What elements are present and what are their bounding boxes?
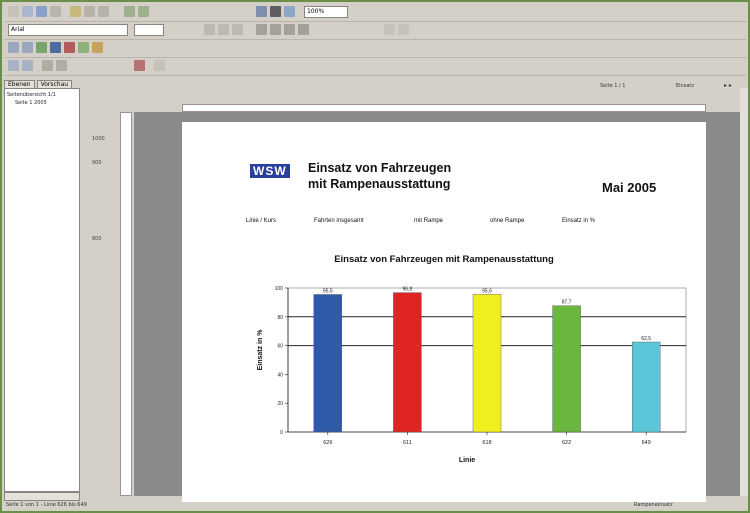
x-tick-label: 611 [403,440,412,446]
margin-label: 1000 [92,136,105,142]
bar [472,294,502,433]
sidebar-tree: Seitenübersicht 1/1 Seite 1 2005 [4,88,80,492]
standard-toolbar: 100% [4,4,746,22]
y-tick-label: 100 [275,286,284,292]
format-toolbar: Arial [4,22,746,40]
group-icon[interactable] [22,60,33,71]
column-header: Fahrten insgesamt [314,218,364,224]
chart-icon[interactable] [284,6,295,17]
y-tick-label: 60 [277,344,283,350]
insert-icon[interactable] [256,6,267,17]
bullets-icon[interactable] [384,24,395,35]
bar-chart: Einsatz in % Linie 0 20 40 60 80 100 95,5 626 96… [257,286,687,464]
bar [393,292,422,433]
data-label: 62,5 [641,336,651,342]
data-label: 95,5 [323,288,333,294]
x-tick-label: 622 [562,440,571,446]
bar [552,305,581,433]
column-header: ohne Rampe [490,218,525,224]
page-indicator: Seite 1 / 1 [600,83,626,89]
y-tick-label: 80 [277,315,283,321]
align-left-icon[interactable] [256,24,267,35]
horizontal-ruler[interactable] [182,104,706,112]
select-icon[interactable] [8,42,19,53]
drawing-toolbar [4,40,746,58]
document-title: Einsatz von Fahrzeugen mit Rampenausstat… [308,160,451,192]
ellipse-icon[interactable] [50,42,61,53]
data-label: 96,8 [403,287,413,293]
x-axis-label: Linie [459,457,475,464]
table-icon[interactable] [270,6,281,17]
rectangle-icon[interactable] [36,42,47,53]
align-right-icon[interactable] [284,24,295,35]
y-tick-label: 0 [280,430,283,436]
object-toolbar [4,58,746,76]
delete-icon[interactable] [134,60,145,71]
image-icon[interactable] [78,42,89,53]
x-tick-label: 626 [323,440,332,446]
back-icon[interactable] [56,60,67,71]
column-header: mit Rampe [414,218,444,224]
open-icon[interactable] [22,6,33,17]
tree-item-root[interactable]: Seitenübersicht 1/1 [7,92,56,98]
save-icon[interactable] [36,6,47,17]
numbering-icon[interactable] [398,24,409,35]
vertical-scrollbar[interactable] [740,88,748,496]
fill-icon[interactable] [92,42,103,53]
next-page-icon[interactable]: ▸ ▸ [724,82,732,89]
underline-icon[interactable] [232,24,243,35]
line-icon[interactable] [22,42,33,53]
front-icon[interactable] [42,60,53,71]
margin-label: 800 [92,236,102,242]
text-icon[interactable] [64,42,75,53]
zoom-combo[interactable]: 100% [304,6,348,18]
data-label: 95,6 [482,288,492,294]
wsw-logo: WSW [250,164,290,178]
title-line-1: Einsatz von Fahrzeugen [308,161,452,175]
x-tick-label: 618 [482,440,491,446]
status-bar: Seite 1 von 1 - Linie 626 bis 649 Rampen… [4,501,746,511]
bar [632,341,661,433]
zoom-value: 100% [307,8,325,15]
font-name: Arial [11,26,25,33]
justify-icon[interactable] [298,24,309,35]
y-tick-label: 40 [277,372,283,378]
y-tick-label: 20 [277,401,283,407]
print-icon[interactable] [50,6,61,17]
undo-icon[interactable] [124,6,135,17]
status-mode: Rampeneinsatz [634,502,673,508]
section-indicator: Einsatz [676,83,694,89]
properties-icon[interactable] [154,60,165,71]
x-tick-label: 649 [642,440,651,446]
font-size-combo[interactable] [134,24,164,36]
font-combo[interactable]: Arial [8,24,128,36]
title-line-2: mit Rampenausstattung [308,177,451,191]
italic-icon[interactable] [218,24,229,35]
column-header: Einsatz in % [562,218,596,224]
paste-icon[interactable] [98,6,109,17]
bold-icon[interactable] [204,24,215,35]
redo-icon[interactable] [138,6,149,17]
vertical-ruler[interactable] [120,112,132,496]
arrange-icon[interactable] [8,60,19,71]
y-axis-label: Einsatz in % [257,329,264,371]
column-header: Linie / Kurs [246,218,277,224]
data-label: 87,7 [562,300,572,306]
new-icon[interactable] [8,6,19,17]
copy-icon[interactable] [84,6,95,17]
document-page: WSW Einsatz von Fahrzeugen mit Rampenaus… [182,122,706,502]
margin-label: 900 [92,160,102,166]
align-center-icon[interactable] [270,24,281,35]
document-date: Mai 2005 [602,180,657,195]
sidebar-scrollbar[interactable] [4,492,80,501]
bar [313,294,343,433]
status-text: Seite 1 von 1 - Linie 626 bis 649 [6,502,87,508]
tree-item-page[interactable]: Seite 1 2005 [15,100,47,106]
cut-icon[interactable] [70,6,81,17]
